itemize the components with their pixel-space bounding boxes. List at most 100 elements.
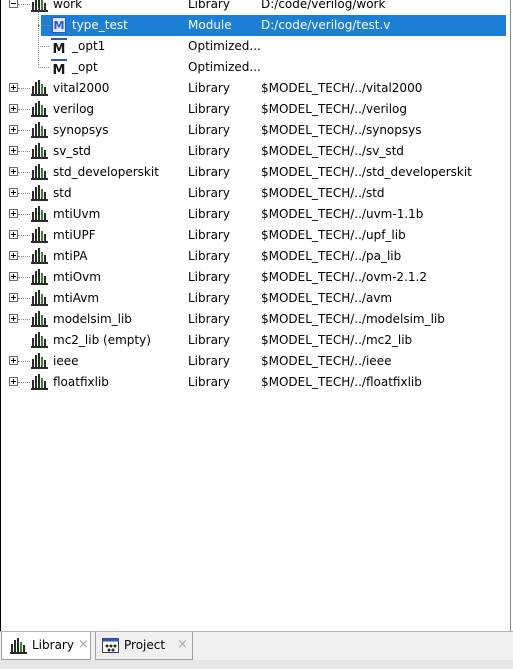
collapse-icon[interactable] [9,0,18,8]
expand-icon[interactable] [9,125,18,134]
row-name: type_test [72,18,128,32]
expand-icon[interactable] [9,104,18,113]
tree-connector [38,46,49,47]
expand-icon[interactable] [9,272,18,281]
row-name: vital2000 [53,81,110,95]
svg-text:M: M [53,63,66,76]
table-row[interactable]: Mtype_test Module D:/code/verilog/test.v [1,15,510,36]
row-name: synopsys [53,123,109,137]
row-name: work [53,0,83,11]
expand-icon[interactable] [9,293,18,302]
expand-icon[interactable] [9,377,18,386]
table-row[interactable]: verilog Library $MODEL_TECH/../verilog [1,99,510,120]
library-icon [31,80,49,96]
library-tree[interactable]: work Library D:/code/verilog/work Mtype_tes… [0,0,511,631]
row-name: mtiUPF [53,228,96,242]
expand-icon[interactable] [9,146,18,155]
row-path: $MODEL_TECH/../verilog [261,102,408,116]
row-name: modelsim_lib [53,312,132,326]
row-type: Library [188,165,230,179]
library-icon [31,122,49,138]
tree-connector [18,172,30,173]
tree-connector [18,298,30,299]
table-row[interactable]: work Library D:/code/verilog/work [1,0,510,15]
row-type: Library [188,333,230,347]
expand-icon[interactable] [9,230,18,239]
library-icon [31,290,49,306]
project-icon [102,637,120,663]
tree-connector [18,382,30,383]
library-icon [31,269,49,285]
row-path: $MODEL_TECH/../floatfixlib [261,375,422,389]
table-row[interactable]: std Library $MODEL_TECH/../std [1,183,510,204]
row-type: Library [188,312,230,326]
table-row[interactable]: mtiPA Library $MODEL_TECH/../pa_lib [1,246,510,267]
row-path: $MODEL_TECH/../ieee [261,354,392,368]
expand-icon[interactable] [9,188,18,197]
table-row[interactable]: synopsys Library $MODEL_TECH/../synopsys [1,120,510,141]
library-icon [10,637,28,663]
row-type: Module [188,18,232,32]
tree-connector [18,361,30,362]
tree-connector [18,193,30,194]
row-name: mtiPA [53,249,88,263]
row-path: $MODEL_TECH/../ovm-2.1.2 [261,270,427,284]
row-name: _opt1 [72,39,106,53]
row-path: $MODEL_TECH/../std [261,186,385,200]
expand-icon[interactable] [9,83,18,92]
tab-strip: Library × Project × [0,631,513,660]
row-type: Optimized... [188,39,261,53]
row-path: $MODEL_TECH/../pa_lib [261,249,402,263]
expand-icon[interactable] [9,251,18,260]
table-row[interactable]: M _opt Optimized... [1,57,510,78]
table-row[interactable]: M _opt1 Optimized... [1,36,510,57]
row-path: $MODEL_TECH/../mc2_lib [261,333,413,347]
svg-text:M: M [54,19,65,32]
optimized-design-icon: M [50,37,68,57]
table-row[interactable]: sv_std Library $MODEL_TECH/../sv_std [1,141,510,162]
library-icon [31,353,49,369]
table-row[interactable]: mtiOvm Library $MODEL_TECH/../ovm-2.1.2 [1,267,510,288]
row-type: Library [188,270,230,284]
table-row[interactable]: vital2000 Library $MODEL_TECH/../vital2000 [1,78,510,99]
table-row[interactable]: floatfixlib Library $MODEL_TECH/../floatfi… [1,372,510,393]
table-row[interactable]: std_developerskit Library $MODEL_TECH/../s… [1,162,510,183]
library-icon [31,185,49,201]
row-type: Optimized... [188,60,261,74]
row-path: $MODEL_TECH/../upf_lib [261,228,406,242]
expand-icon[interactable] [9,167,18,176]
tab-library[interactable]: Library × [1,632,91,660]
close-icon[interactable]: × [78,632,89,658]
table-row[interactable]: mtiAvm Library $MODEL_TECH/../avm [1,288,510,309]
svg-text:M: M [53,42,66,55]
row-path: D:/code/verilog/work [261,0,386,11]
tree-connector [18,235,30,236]
library-icon [31,143,49,159]
tab-project[interactable]: Project × [95,632,193,660]
row-type: Library [188,228,230,242]
expand-icon[interactable] [9,209,18,218]
table-row[interactable]: mtiUvm Library $MODEL_TECH/../uvm-1.1b [1,204,510,225]
library-icon [31,248,49,264]
table-row[interactable]: modelsim_lib Library $MODEL_TECH/../models… [1,309,510,330]
expand-icon[interactable] [9,314,18,323]
library-icon [31,206,49,222]
row-name: std_developerskit [53,165,159,179]
table-row[interactable]: mc2_lib (empty) Library $MODEL_TECH/../mc2… [1,330,510,351]
tree-connector [18,214,30,215]
row-type: Library [188,249,230,263]
bottom-panel: Library × Project × [0,631,513,669]
table-row[interactable]: ieee Library $MODEL_TECH/../ieee [1,351,510,372]
row-type: Library [188,207,230,221]
table-row[interactable]: mtiUPF Library $MODEL_TECH/../upf_lib [1,225,510,246]
row-path: $MODEL_TECH/../sv_std [261,144,404,158]
tree-connector [38,8,39,65]
row-name: mtiUvm [53,207,101,221]
row-path: $MODEL_TECH/../modelsim_lib [261,312,445,326]
library-icon [31,0,49,12]
library-icon [31,101,49,117]
close-icon[interactable]: × [177,632,188,658]
expand-icon[interactable] [9,356,18,365]
library-icon [31,164,49,180]
tree-connector [18,130,30,131]
